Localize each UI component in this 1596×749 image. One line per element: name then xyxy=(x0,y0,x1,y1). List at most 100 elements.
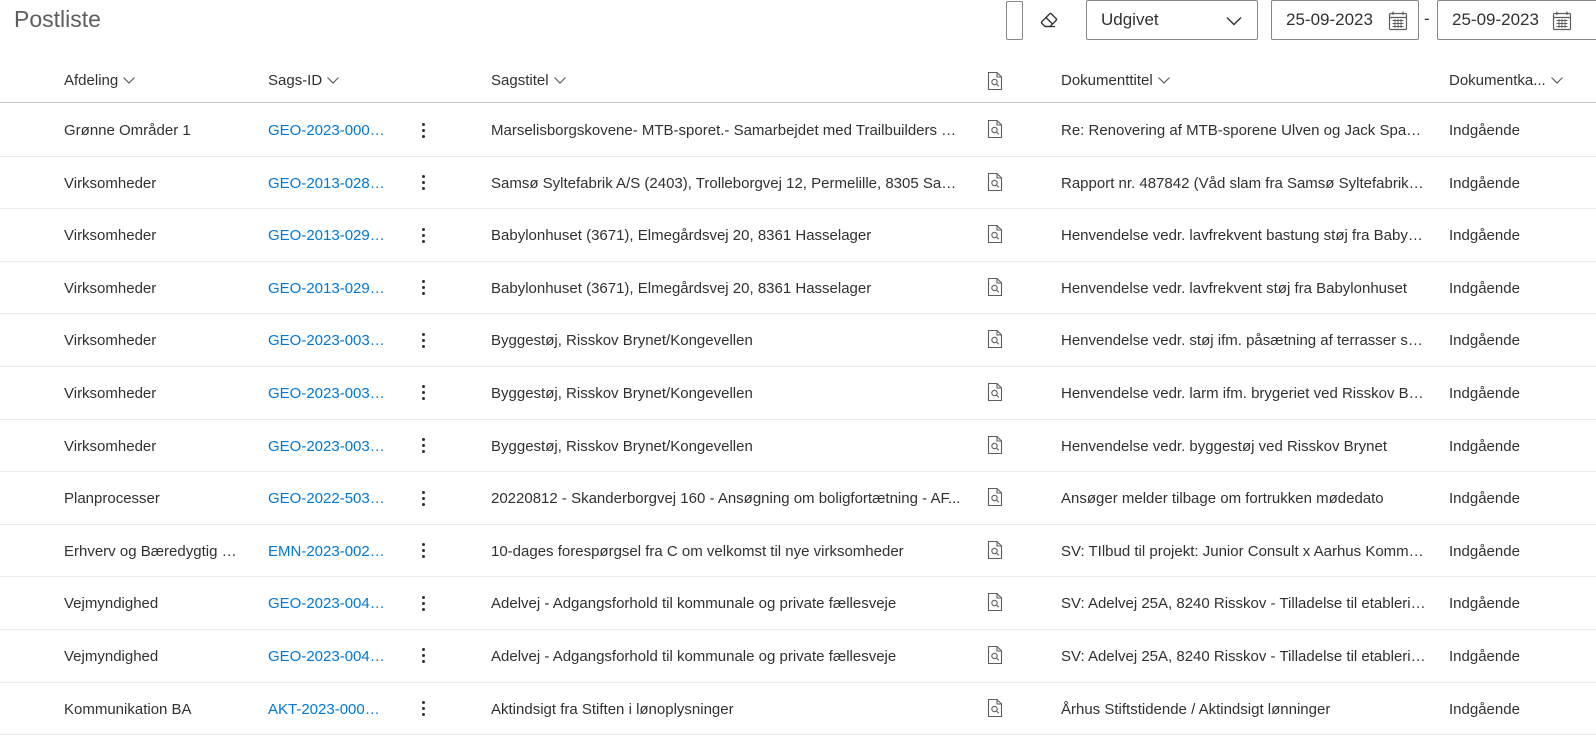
column-header-dokumenttitel[interactable]: Dokumenttitel xyxy=(1061,72,1171,89)
document-search-icon[interactable] xyxy=(986,277,1004,301)
cell-dokumentkategori: Indgående xyxy=(1449,437,1520,455)
date-to-value: 25-09-2023 xyxy=(1452,10,1539,29)
cell-dokumentkategori: Indgående xyxy=(1449,279,1520,297)
cell-sagstitel: Samsø Syltefabrik A/S (2403), Trolleborg… xyxy=(491,174,961,192)
more-options-icon[interactable] xyxy=(415,224,431,246)
cell-dokumentkategori: Indgående xyxy=(1449,542,1520,560)
cell-sags-id-link[interactable]: GEO-2023-0031... xyxy=(268,332,386,349)
column-header-sags-id[interactable]: Sags-ID xyxy=(268,72,340,89)
table-row[interactable]: Vejmyndighed GEO-2023-0047... Adelvej - … xyxy=(0,577,1596,630)
table-row[interactable]: Virksomheder GEO-2013-0296... Babylonhus… xyxy=(0,209,1596,262)
calendar-icon[interactable] xyxy=(1388,11,1408,36)
document-search-icon[interactable] xyxy=(986,382,1004,406)
more-options-icon[interactable] xyxy=(415,119,431,141)
cell-sags-id-link[interactable]: GEO-2023-0031... xyxy=(268,385,386,402)
more-options-icon[interactable] xyxy=(415,592,431,614)
cell-dokumentkategori: Indgående xyxy=(1449,700,1520,718)
document-search-icon[interactable] xyxy=(986,487,1004,511)
clear-filter-button[interactable] xyxy=(1036,8,1062,34)
cell-dokumenttitel: Rapport nr. 487842 (Våd slam fra Samsø S… xyxy=(1061,174,1426,192)
cell-dokumentkategori: Indgående xyxy=(1449,384,1520,402)
cell-dokumentkategori: Indgående xyxy=(1449,647,1520,665)
column-header-label: Sagstitel xyxy=(491,72,549,89)
more-options-icon[interactable] xyxy=(415,698,431,720)
cell-afdeling: Grønne Områder 1 xyxy=(64,122,191,139)
document-search-icon[interactable] xyxy=(986,435,1004,459)
column-header-afdeling[interactable]: Afdeling xyxy=(64,72,136,89)
status-select[interactable]: Udgivet xyxy=(1086,0,1258,40)
cell-sags-id-link[interactable]: GEO-2023-0002... xyxy=(268,122,386,139)
cell-afdeling: Virksomheder xyxy=(64,227,157,245)
column-header-dokumentkategori[interactable]: Dokumentka... xyxy=(1449,72,1564,89)
cell-afdeling: Planprocesser xyxy=(64,490,160,508)
cell-sags-id-link[interactable]: GEO-2013-0296... xyxy=(268,227,386,244)
date-from-value: 25-09-2023 xyxy=(1286,10,1373,29)
document-search-icon[interactable] xyxy=(986,224,1004,248)
cell-sagstitel: Adelvej - Adgangsforhold til kommunale o… xyxy=(491,647,897,665)
document-search-icon[interactable] xyxy=(986,540,1004,564)
cell-sags-id-link[interactable]: EMN-2023-0021... xyxy=(268,543,386,560)
date-from-field[interactable]: 25-09-2023 xyxy=(1271,0,1419,40)
cell-dokumenttitel: Henvendelse vedr. støj ifm. påsætning af… xyxy=(1061,332,1426,350)
calendar-icon[interactable] xyxy=(1552,11,1572,36)
more-options-icon[interactable] xyxy=(415,329,431,351)
cell-sags-id-link[interactable]: GEO-2023-0031... xyxy=(268,438,386,455)
cell-afdeling: Virksomheder xyxy=(64,279,157,297)
cell-afdeling: Vejmyndighed xyxy=(64,595,159,613)
document-search-icon[interactable] xyxy=(986,329,1004,353)
cell-sags-id-link[interactable]: GEO-2013-0296... xyxy=(268,280,386,297)
cell-sagstitel: Byggestøj, Risskov Brynet/Kongevellen xyxy=(491,332,753,350)
column-header-label: Dokumentka... xyxy=(1449,72,1546,89)
cell-sagstitel: 10-dages forespørgsel fra C om velkomst … xyxy=(491,542,904,560)
page-title: Postliste xyxy=(14,6,101,32)
table-row[interactable]: Virksomheder GEO-2023-0031... Byggestøj,… xyxy=(0,314,1596,367)
cell-dokumentkategori: Indgående xyxy=(1449,227,1520,245)
cell-sags-id-link[interactable]: GEO-2023-0047... xyxy=(268,648,386,665)
more-options-icon[interactable] xyxy=(415,540,431,562)
table-row[interactable]: Virksomheder GEO-2013-0296... Babylonhus… xyxy=(0,262,1596,315)
cell-sagstitel: Babylonhuset (3671), Elmegårdsvej 20, 83… xyxy=(491,279,872,297)
narrow-input[interactable] xyxy=(1006,1,1023,40)
status-select-value: Udgivet xyxy=(1101,10,1159,29)
document-search-icon[interactable] xyxy=(986,172,1004,196)
chevron-down-icon xyxy=(122,72,136,89)
cell-dokumenttitel: Ansøger melder tilbage om fortrukken mød… xyxy=(1061,490,1384,508)
table-row[interactable]: Planprocesser GEO-2022-5038... 20220812 … xyxy=(0,472,1596,525)
document-search-icon[interactable] xyxy=(986,119,1004,143)
table-row[interactable]: Vejmyndighed GEO-2023-0047... Adelvej - … xyxy=(0,630,1596,683)
cell-sags-id-link[interactable]: GEO-2022-5038... xyxy=(268,490,386,507)
document-search-icon[interactable] xyxy=(986,698,1004,722)
table-row[interactable]: Virksomheder GEO-2013-0285... Samsø Sylt… xyxy=(0,157,1596,210)
table-header: Afdeling Sags-ID Sagstitel Dokumenttitel… xyxy=(0,60,1596,103)
cell-dokumentkategori: Indgående xyxy=(1449,595,1520,613)
more-options-icon[interactable] xyxy=(415,382,431,404)
cell-dokumentkategori: Indgående xyxy=(1449,174,1520,192)
cell-sagstitel: Aktindsigt fra Stiften i lønoplysninger xyxy=(491,700,734,718)
document-search-icon[interactable] xyxy=(986,645,1004,669)
cell-dokumenttitel: SV: TIlbud til projekt: Junior Consult x… xyxy=(1061,542,1426,560)
column-header-sagstitel[interactable]: Sagstitel xyxy=(491,72,567,89)
cell-sags-id-link[interactable]: AKT-2023-000784 xyxy=(268,701,386,718)
cell-afdeling: Virksomheder xyxy=(64,437,157,455)
date-to-field[interactable]: 25-09-2023 xyxy=(1437,0,1596,40)
document-search-icon[interactable] xyxy=(986,592,1004,616)
cell-sags-id-link[interactable]: GEO-2023-0047... xyxy=(268,595,386,612)
table-row[interactable]: Kommunikation BA AKT-2023-000784 Aktinds… xyxy=(0,683,1596,736)
cell-sagstitel: Byggestøj, Risskov Brynet/Kongevellen xyxy=(491,437,753,455)
table-body: Grønne Områder 1 GEO-2023-0002... Marsel… xyxy=(0,104,1596,736)
more-options-icon[interactable] xyxy=(415,645,431,667)
cell-sags-id-link[interactable]: GEO-2013-0285... xyxy=(268,175,386,192)
more-options-icon[interactable] xyxy=(415,435,431,457)
table-row[interactable]: Virksomheder GEO-2023-0031... Byggestøj,… xyxy=(0,367,1596,420)
chevron-down-icon xyxy=(1550,72,1564,89)
more-options-icon[interactable] xyxy=(415,172,431,194)
table-row[interactable]: Erhverv og Bæredygtig U... EMN-2023-0021… xyxy=(0,525,1596,578)
more-options-icon[interactable] xyxy=(415,487,431,509)
cell-dokumenttitel: SV: Adelvej 25A, 8240 Risskov - Tilladel… xyxy=(1061,647,1426,665)
more-options-icon[interactable] xyxy=(415,277,431,299)
table-row[interactable]: Grønne Områder 1 GEO-2023-0002... Marsel… xyxy=(0,104,1596,157)
document-search-icon xyxy=(986,70,1004,95)
column-header-document[interactable] xyxy=(986,70,1004,95)
table-row[interactable]: Virksomheder GEO-2023-0031... Byggestøj,… xyxy=(0,420,1596,473)
cell-dokumentkategori: Indgående xyxy=(1449,122,1520,139)
